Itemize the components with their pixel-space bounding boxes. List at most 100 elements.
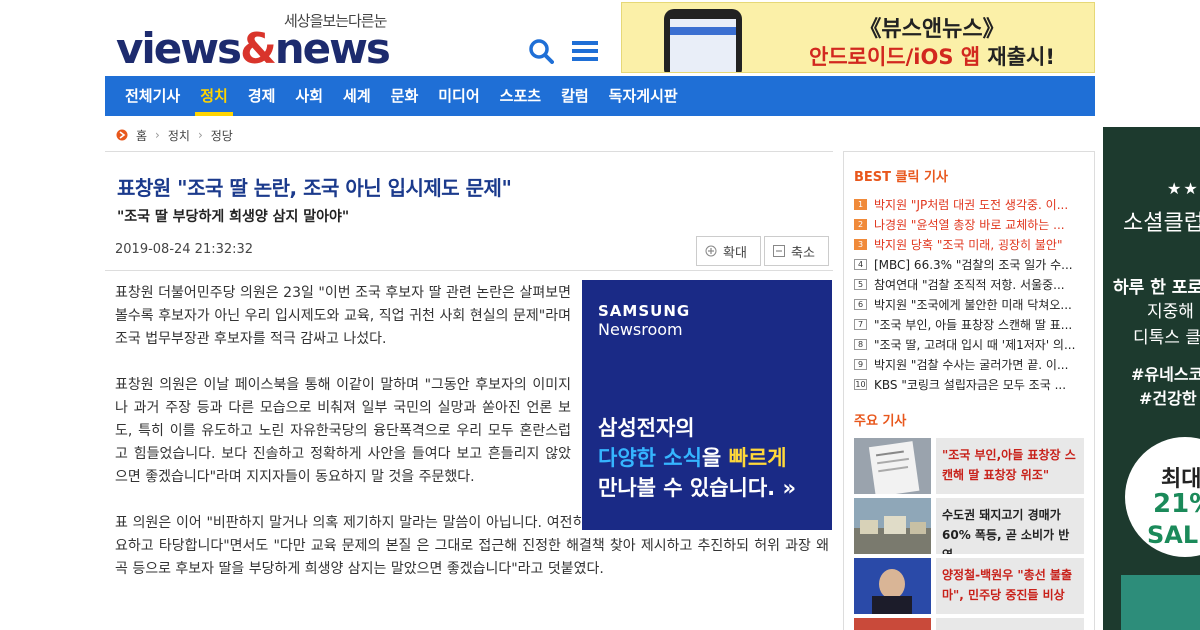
ad-line: 소셜클럽 (1123, 211, 1200, 236)
article-thumbnail[interactable] (854, 618, 931, 630)
best-click-item[interactable]: 8 "조국 딸, 고려대 입시 때 '제1저자' 의... (854, 334, 1090, 354)
rank-badge: 4 (854, 258, 867, 270)
main-article-item[interactable]: "조국 부인,아들 표창장 스캔해 딸 표창장 위조" (854, 438, 1084, 494)
best-click-list: 1 박지원 "JP처럼 대권 도전 생각중. 이... 2 나경원 "윤석열 총장 바… (854, 194, 1090, 394)
best-click-text: [MBC] 66.3% "검찰의 조국 일가 수... (874, 257, 1073, 272)
main-article-caption: 양정철-백원우 "총선 불출마", 민주당 중진들 비상 (936, 558, 1084, 614)
main-article-item[interactable]: 수도권 돼지고기 경매가 60% 폭등, 곧 소비가 반영 (854, 498, 1084, 554)
rank-badge: 8 (854, 338, 867, 350)
samsung-brand: SAMSUNG (598, 302, 691, 320)
best-click-text: 나경원 "윤석열 총장 바로 교체하는 ... (874, 217, 1065, 232)
main-article-caption: "조국 부인,아들 표창장 스캔해 딸 표창장 위조" (936, 438, 1084, 494)
nav-item[interactable]: 정치 (190, 76, 238, 116)
nav-item[interactable]: 전체기사 (115, 76, 190, 116)
rank-badge: 9 (854, 358, 867, 370)
article-subhead: "조국 딸 부당하게 희생양 삼지 말아야" (117, 209, 350, 225)
nav-item[interactable]: 세계 (333, 76, 381, 116)
best-click-item[interactable]: 6 박지원 "조국에게 불안한 미래 닥쳐오... (854, 294, 1090, 314)
nav-item[interactable]: 경제 (238, 76, 286, 116)
nav-item[interactable]: 독자게시판 (599, 76, 688, 116)
rank-badge: 1 (854, 198, 867, 210)
main-article-caption: 수도권 돼지고기 경매가 60% 폭등, 곧 소비가 반영 (936, 498, 1084, 554)
ad-line: #유네스코 (1131, 365, 1200, 384)
chevron-right-icon: › (197, 128, 203, 142)
zoom-out-button[interactable]: 축소 (764, 236, 829, 266)
plus-icon (705, 245, 717, 257)
banner-title: 《뷰스앤뉴스》 (859, 17, 1005, 42)
ad-line: 삼성전자의 (598, 416, 695, 440)
ad-line: 디톡스 클 (1133, 328, 1200, 348)
rank-badge: 6 (854, 298, 867, 310)
breadcrumb-section[interactable]: 정치 (168, 127, 190, 144)
divider (105, 270, 833, 271)
article-thumbnail (854, 498, 931, 554)
samsung-newsroom-ad[interactable]: SAMSUNG Newsroom 삼성전자의 다양한 소식을 빠르게 만나볼 수… (582, 280, 832, 530)
skyscraper-ad[interactable]: ★★ 소셜클럽 하루 한 포로 지중해 디톡스 클 #유네스코 #건강한 최대 … (1103, 127, 1200, 630)
logo-wordmark: views&news (116, 24, 391, 73)
main-nav: 전체기사 정치 경제 사회 세계 문화 미디어 스포츠 칼럼 독자게시판 (105, 76, 1095, 116)
best-click-text: 박지원 "조국에게 불안한 미래 닥쳐오... (874, 297, 1072, 312)
app-relaunch-banner[interactable]: 《뷰스앤뉴스》 안드로이드/iOS 앱 재출시! (621, 2, 1095, 73)
best-click-item[interactable]: 4 [MBC] 66.3% "검찰의 조국 일가 수... (854, 254, 1090, 274)
newsroom-brand: Newsroom (598, 320, 683, 339)
best-click-text: 박지원 "검찰 수사는 굴러가면 끝. 이... (874, 357, 1069, 372)
article-paragraph: 표창원 의원은 이날 페이스북을 통해 이같이 말하며 "그동안 후보자의 이미… (115, 377, 571, 485)
breadcrumb-subsection[interactable]: 정당 (211, 127, 233, 144)
sidebar: BEST 클릭 기사 1 박지원 "JP처럼 대권 도전 생각중. 이... 2 나경… (843, 151, 1095, 630)
best-click-text: KBS "코링크 설립자금은 모두 조국 ... (874, 377, 1067, 392)
breadcrumb-home[interactable]: 홈 (136, 127, 147, 144)
stars-icon: ★★ (1167, 179, 1200, 198)
breadcrumb: 홈 › 정치 › 정당 (116, 126, 233, 144)
article-headline: 표창원 "조국 딸 논란, 조국 아닌 입시제도 문제" (117, 176, 512, 200)
main-articles-title: 주요 기사 (854, 414, 907, 429)
phone-image (664, 9, 742, 72)
rank-badge: 5 (854, 278, 867, 290)
rank-badge: 10 (854, 378, 867, 390)
best-click-text: 참여연대 "검찰 조직적 저항. 서울중... (874, 277, 1065, 292)
main-article-item[interactable]: 양정철-백원우 "총선 불출마", 민주당 중진들 비상 (854, 558, 1084, 614)
best-click-item[interactable]: 1 박지원 "JP처럼 대권 도전 생각중. 이... (854, 194, 1090, 214)
ad-line: SAL (1147, 521, 1199, 549)
menu-icon[interactable] (572, 40, 598, 62)
nav-item[interactable]: 사회 (285, 76, 333, 116)
zoom-out-label: 축소 (791, 245, 815, 261)
search-icon[interactable] (528, 38, 554, 64)
article-date: 2019-08-24 21:32:32 (115, 242, 254, 257)
best-click-item[interactable]: 10 KBS "코링크 설립자금은 모두 조국 ... (854, 374, 1090, 394)
arrow-right-icon (116, 129, 128, 141)
nav-item[interactable]: 스포츠 (490, 76, 551, 116)
product-box-image (1121, 575, 1200, 630)
site-logo[interactable]: 세상을보는다른눈 views&news (116, 8, 416, 73)
ad-line: 다양한 소식을 빠르게 (598, 446, 787, 470)
best-click-text: "조국 딸, 고려대 입시 때 '제1저자' 의... (874, 337, 1076, 352)
ad-line: 21% (1153, 489, 1200, 519)
best-click-title: BEST 클릭 기사 (854, 170, 948, 185)
nav-item[interactable]: 칼럼 (551, 76, 599, 116)
nav-item[interactable]: 미디어 (428, 76, 489, 116)
ad-line: #건강한 (1139, 389, 1197, 408)
rank-badge: 7 (854, 318, 867, 330)
nav-item[interactable]: 문화 (381, 76, 429, 116)
rank-badge: 2 (854, 218, 867, 230)
zoom-in-button[interactable]: 확대 (696, 236, 761, 266)
ad-line: 하루 한 포로 (1113, 278, 1200, 298)
best-click-item[interactable]: 7 "조국 부인, 아들 표창장 스캔해 딸 표... (854, 314, 1090, 334)
article: 표창원 "조국 딸 논란, 조국 아닌 입시제도 문제" "조국 딸 부당하게 … (105, 151, 833, 630)
zoom-in-label: 확대 (723, 245, 747, 261)
main-article-caption[interactable] (936, 618, 1084, 630)
minus-icon (773, 245, 785, 257)
best-click-item[interactable]: 2 나경원 "윤석열 총장 바로 교체하는 ... (854, 214, 1090, 234)
ad-line: 지중해 (1147, 302, 1194, 322)
article-thumbnail (854, 438, 931, 494)
ad-line: 만나볼 수 있습니다. » (598, 476, 797, 500)
banner-subtitle: 안드로이드/iOS 앱 재출시! (809, 45, 1055, 69)
article-paragraph: 표창원 더불어민주당 의원은 23일 "이번 조국 후보자 딸 관련 논란은 살… (115, 285, 571, 347)
best-click-text: "조국 부인, 아들 표창장 스캔해 딸 표... (874, 317, 1073, 332)
rank-badge: 3 (854, 238, 867, 250)
best-click-item[interactable]: 5 참여연대 "검찰 조직적 저항. 서울중... (854, 274, 1090, 294)
best-click-text: 박지원 당혹 "조국 미래, 굉장히 불안" (874, 237, 1063, 252)
article-thumbnail (854, 558, 931, 614)
best-click-item[interactable]: 9 박지원 "검찰 수사는 굴러가면 끝. 이... (854, 354, 1090, 374)
chevron-right-icon: › (155, 128, 160, 142)
best-click-item[interactable]: 3 박지원 당혹 "조국 미래, 굉장히 불안" (854, 234, 1090, 254)
